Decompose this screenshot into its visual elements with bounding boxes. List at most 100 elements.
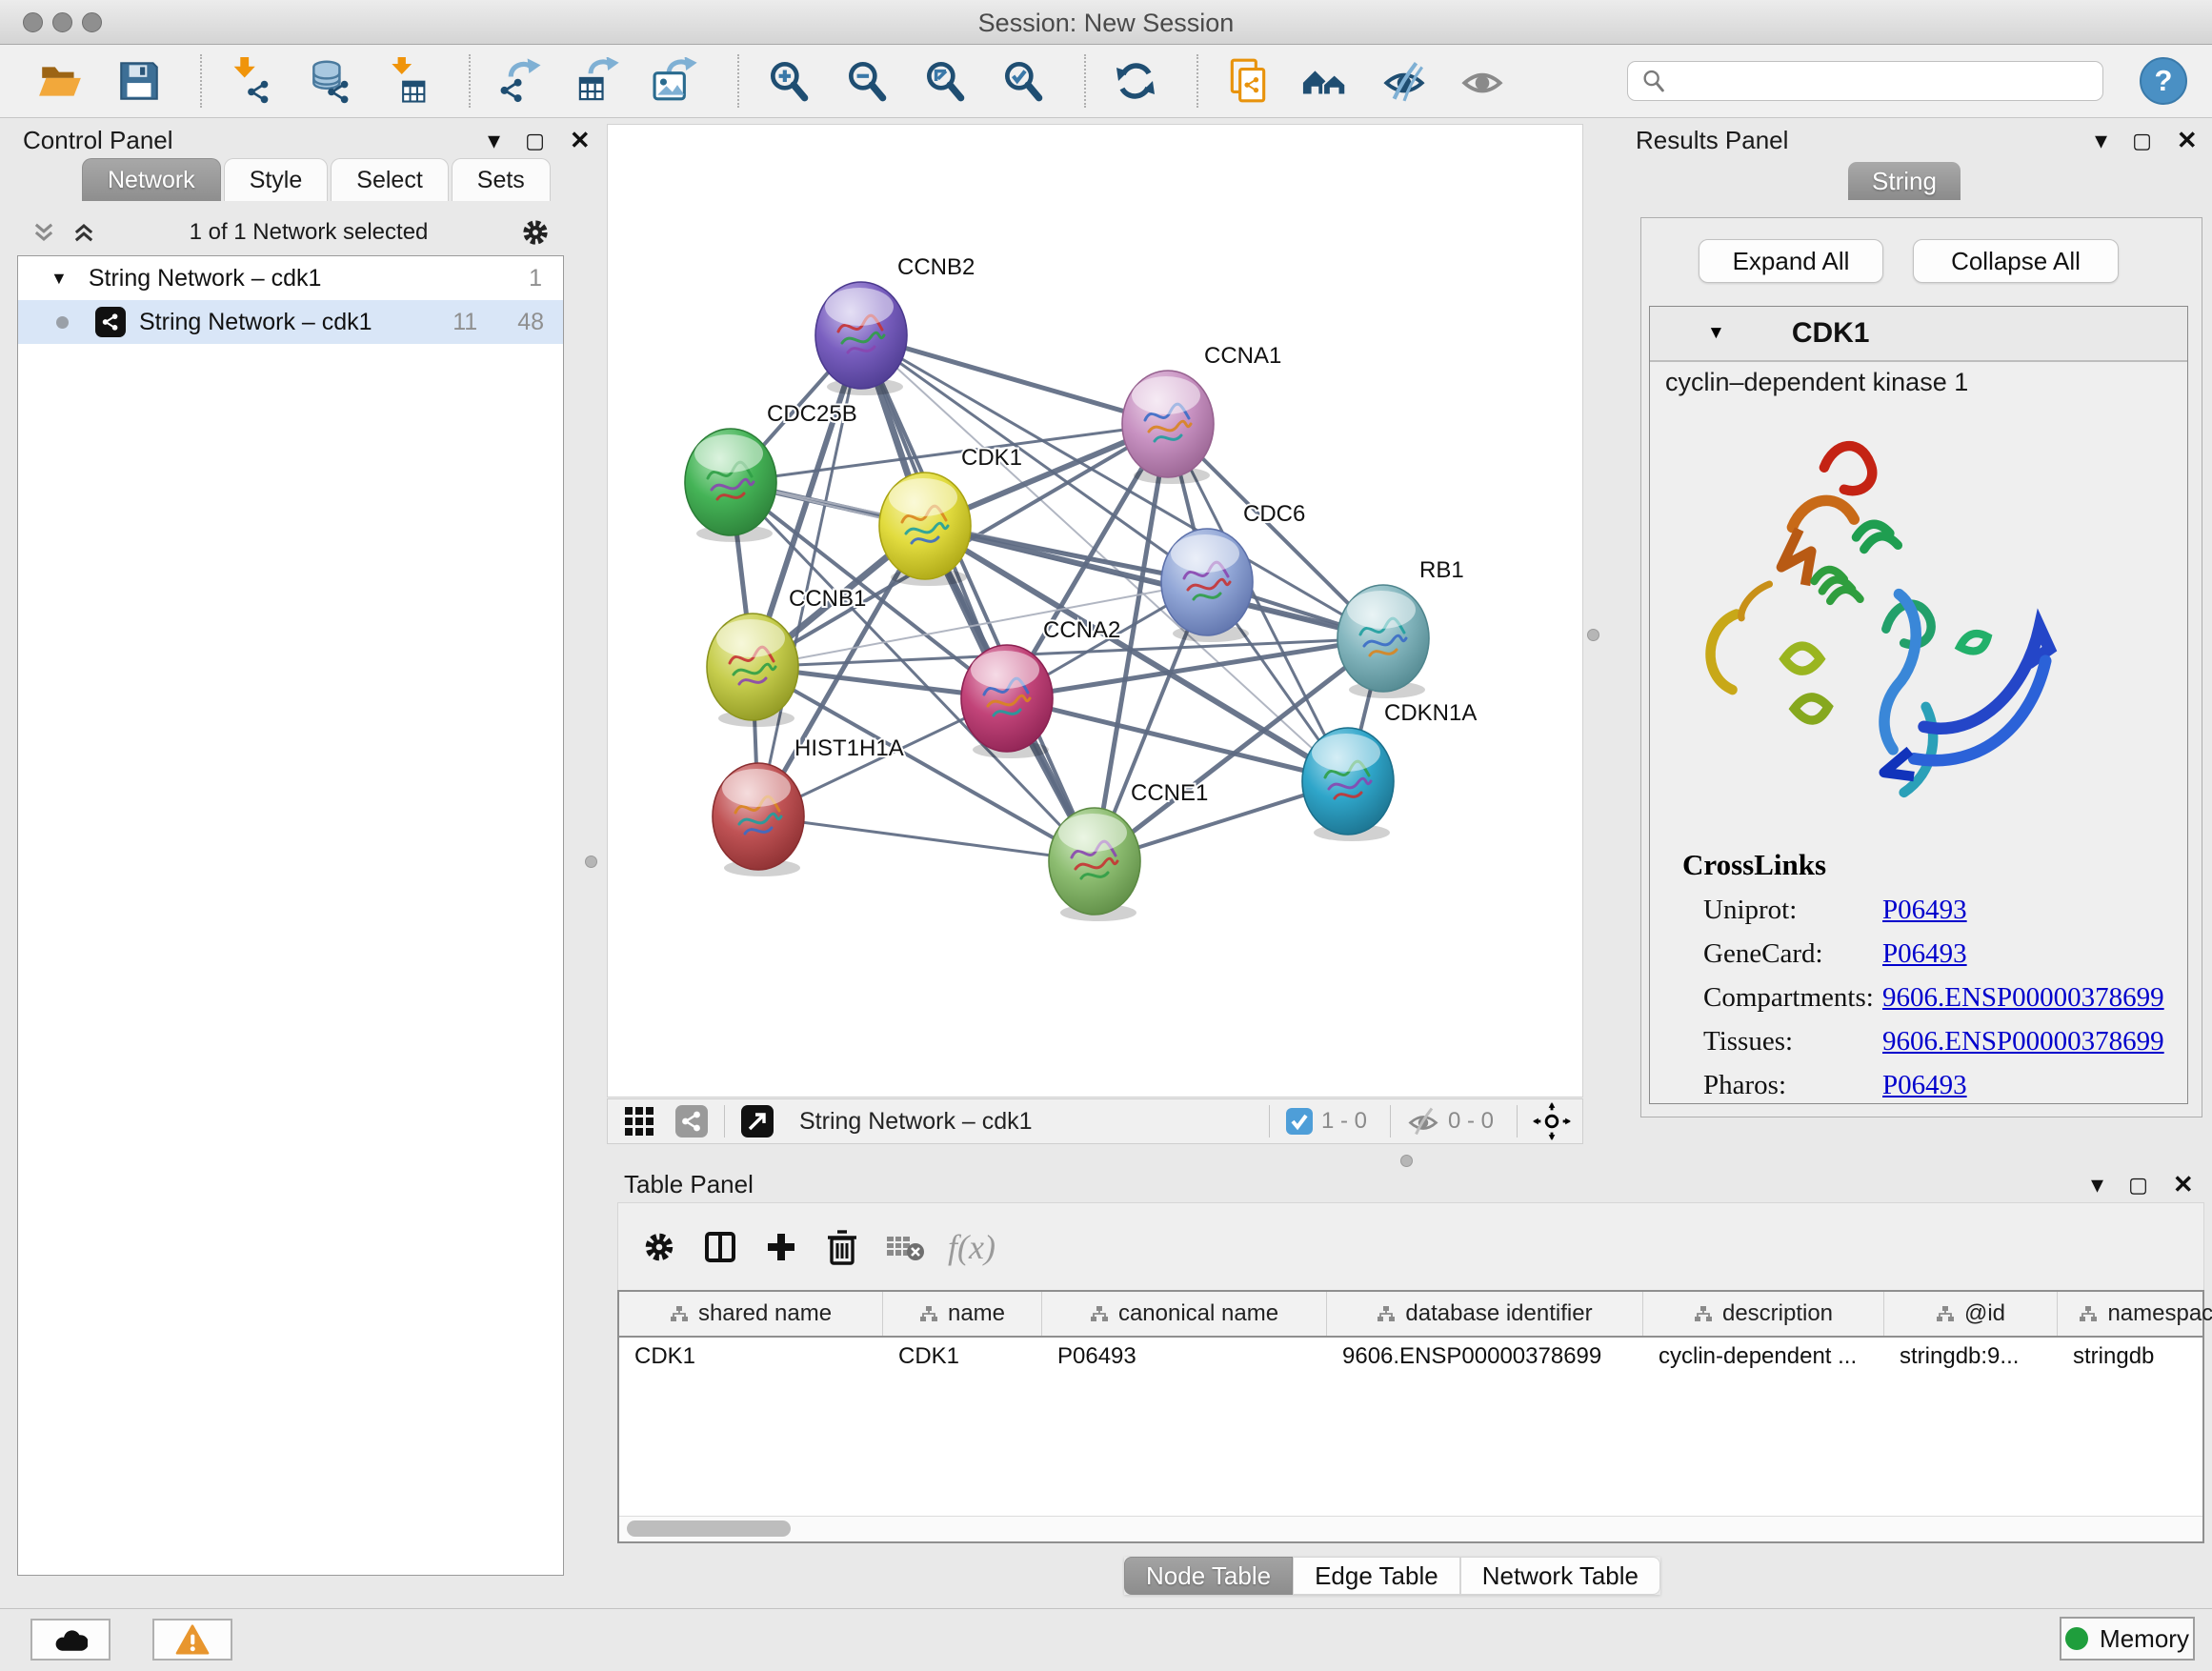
crosslink-link[interactable]: P06493 — [1882, 1070, 1967, 1101]
node-HIST1H1A[interactable] — [713, 763, 804, 876]
duplicate-network-button[interactable] — [1223, 56, 1273, 106]
column-header-shared-name[interactable]: shared name — [619, 1292, 883, 1336]
collapse-all-button[interactable]: Collapse All — [1913, 239, 2119, 283]
table-cell[interactable]: P06493 — [1042, 1338, 1327, 1376]
refresh-view-button[interactable] — [1111, 56, 1160, 106]
bottom-splitter-handle[interactable] — [1400, 1155, 1413, 1167]
control-panel-close-icon[interactable]: ✕ — [570, 126, 591, 155]
crosslink-link[interactable]: P06493 — [1882, 895, 1967, 926]
node-CCNB1[interactable] — [707, 614, 798, 727]
import-network-from-database-button[interactable] — [305, 56, 354, 106]
zoom-fit-button[interactable] — [920, 56, 970, 106]
column-header-database-identifier[interactable]: database identifier — [1327, 1292, 1643, 1336]
table-cell[interactable]: CDK1 — [619, 1338, 883, 1376]
table-panel-menu-icon[interactable]: ▾ — [2091, 1170, 2103, 1199]
open-in-new-window-icon[interactable] — [740, 1104, 774, 1138]
left-splitter-handle[interactable] — [585, 856, 597, 868]
create-column-button[interactable] — [761, 1227, 801, 1267]
table-cell[interactable]: stringdb — [2058, 1338, 2212, 1376]
memory-button[interactable]: Memory — [2060, 1617, 2195, 1661]
tab-string[interactable]: String — [1848, 162, 1961, 200]
home-button[interactable] — [1301, 56, 1351, 106]
control-panel-menu-icon[interactable]: ▾ — [488, 126, 500, 155]
zoom-selected-button[interactable] — [998, 56, 1048, 106]
node-CDKN1A[interactable] — [1302, 728, 1394, 841]
column-header-description[interactable]: description — [1643, 1292, 1884, 1336]
network-collection-row[interactable]: ▼ String Network – cdk1 1 — [18, 256, 563, 300]
edge-CCNB2-CCNA1[interactable] — [861, 335, 1168, 424]
table-panel-close-icon[interactable]: ✕ — [2173, 1170, 2194, 1199]
column-header-namespace[interactable]: namespace — [2058, 1292, 2212, 1336]
gene-header-row[interactable]: ▼ CDK1 — [1650, 307, 2187, 362]
import-table-button[interactable] — [383, 56, 432, 106]
table-settings-button[interactable] — [639, 1227, 679, 1267]
tab-style[interactable]: Style — [224, 158, 329, 201]
expand-all-networks-icon[interactable] — [70, 219, 97, 246]
grid-view-icon[interactable] — [623, 1105, 655, 1137]
scrollbar-thumb[interactable] — [627, 1520, 791, 1537]
node-RB1[interactable] — [1337, 585, 1429, 698]
table-cell[interactable]: stringdb:9... — [1884, 1338, 2058, 1376]
delete-columns-button[interactable] — [822, 1227, 862, 1267]
birds-eye-view-icon[interactable] — [1533, 1102, 1571, 1140]
selected-checkbox-icon[interactable] — [1285, 1107, 1314, 1136]
search-input[interactable] — [1627, 61, 2103, 101]
node-CCNA2[interactable] — [961, 645, 1053, 758]
show-columns-button[interactable] — [700, 1227, 740, 1267]
warnings-button[interactable] — [152, 1619, 232, 1661]
network-row[interactable]: String Network – cdk1 11 48 — [18, 300, 563, 344]
table-horizontal-scrollbar[interactable] — [619, 1516, 2202, 1541]
hide-selected-button[interactable] — [1379, 56, 1429, 106]
function-builder-button[interactable]: f(x) — [948, 1227, 995, 1267]
network-view-canvas[interactable]: CCNB2CCNA1CDC25BCDK1CDC6RB1CCNB1CCNA2CDK… — [607, 124, 1583, 1097]
network-graph[interactable]: CCNB2CCNA1CDC25BCDK1CDC6RB1CCNB1CCNA2CDK… — [608, 125, 1582, 1097]
right-splitter-handle[interactable] — [1587, 629, 1599, 641]
table-cell[interactable]: cyclin-dependent ... — [1643, 1338, 1884, 1376]
results-panel-menu-icon[interactable]: ▾ — [2095, 126, 2107, 155]
import-network-button[interactable] — [227, 56, 276, 106]
network-options-gear-icon[interactable] — [520, 217, 551, 248]
column-header--id[interactable]: @id — [1884, 1292, 2058, 1336]
node-CCNB2[interactable] — [815, 282, 907, 395]
open-session-button[interactable] — [36, 56, 86, 106]
tab-select[interactable]: Select — [331, 158, 448, 201]
column-header-canonical-name[interactable]: canonical name — [1042, 1292, 1327, 1336]
show-all-button[interactable] — [1458, 56, 1507, 106]
node-CCNE1[interactable] — [1049, 808, 1140, 921]
crosslink-link[interactable]: 9606.ENSP00000378699 — [1882, 982, 2164, 1014]
collection-expander-icon[interactable]: ▼ — [50, 269, 68, 289]
edge-HIST1H1A-CCNE1[interactable] — [758, 816, 1095, 861]
results-panel-float-icon[interactable]: ▢ — [2132, 129, 2152, 153]
results-panel-close-icon[interactable]: ✕ — [2177, 126, 2198, 155]
help-button[interactable]: ? — [2140, 57, 2187, 105]
tab-edge-table[interactable]: Edge Table — [1293, 1557, 1460, 1595]
expand-all-button[interactable]: Expand All — [1699, 239, 1883, 283]
node-CDC25B[interactable] — [685, 429, 776, 542]
tab-node-table[interactable]: Node Table — [1124, 1557, 1293, 1595]
crosslink-link[interactable]: 9606.ENSP00000378699 — [1882, 1026, 2164, 1057]
hidden-eye-icon[interactable] — [1406, 1104, 1440, 1138]
zoom-out-button[interactable] — [842, 56, 892, 106]
tab-network[interactable]: Network — [82, 158, 221, 201]
gene-expander-icon[interactable]: ▼ — [1707, 323, 1725, 344]
tab-network-table[interactable]: Network Table — [1460, 1557, 1660, 1595]
delete-table-button[interactable] — [883, 1227, 927, 1267]
crosslink-link[interactable]: P06493 — [1882, 938, 1967, 970]
string-network-badge-icon[interactable] — [674, 1104, 709, 1138]
table-row[interactable]: CDK1CDK1P064939606.ENSP00000378699cyclin… — [619, 1338, 2202, 1376]
table-cell[interactable]: 9606.ENSP00000378699 — [1327, 1338, 1643, 1376]
control-panel-float-icon[interactable]: ▢ — [525, 129, 545, 153]
column-header-name[interactable]: name — [883, 1292, 1042, 1336]
export-image-button[interactable] — [652, 56, 701, 106]
collapse-all-networks-icon[interactable] — [30, 219, 57, 246]
tab-sets[interactable]: Sets — [452, 158, 551, 201]
zoom-in-button[interactable] — [764, 56, 814, 106]
export-table-button[interactable] — [573, 56, 623, 106]
cloud-status-button[interactable] — [30, 1619, 111, 1661]
node-CCNA1[interactable] — [1122, 371, 1214, 484]
export-network-button[interactable] — [495, 56, 545, 106]
table-cell[interactable]: CDK1 — [883, 1338, 1042, 1376]
edge-CCNB2-CCNE1[interactable] — [861, 335, 1095, 861]
save-session-button[interactable] — [114, 56, 164, 106]
table-panel-float-icon[interactable]: ▢ — [2128, 1173, 2148, 1198]
